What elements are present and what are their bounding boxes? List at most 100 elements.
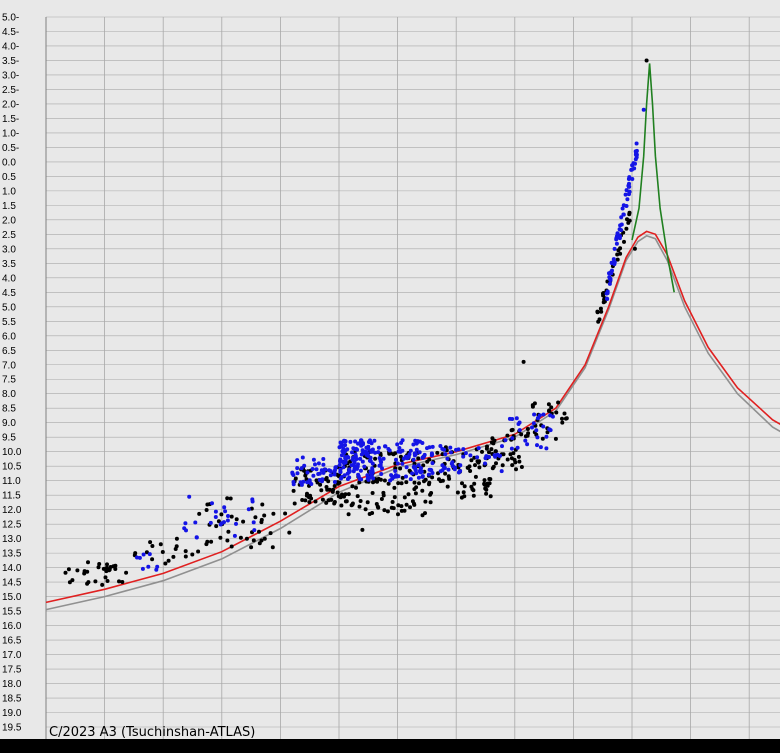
blue-point — [633, 161, 637, 166]
blue-point — [450, 460, 455, 465]
blue-point — [339, 476, 343, 481]
black-point — [335, 490, 340, 495]
y-tick-label: 4.0 — [2, 273, 16, 284]
y-tick-label: 3.5- — [2, 56, 19, 67]
blue-point — [408, 477, 413, 482]
blue-point — [475, 455, 480, 460]
blue-point — [337, 445, 342, 450]
black-point — [618, 251, 623, 256]
blue-point — [607, 281, 612, 286]
black-point — [425, 459, 430, 464]
blue-point — [461, 447, 466, 452]
blue-point — [290, 470, 295, 475]
blue-point — [410, 471, 415, 476]
blue-point — [458, 463, 463, 468]
y-tick-label: 4.5 — [2, 288, 16, 299]
black-point — [500, 463, 505, 468]
black-point — [63, 570, 68, 575]
black-point — [382, 478, 387, 483]
blue-point — [627, 175, 632, 180]
black-point — [304, 493, 309, 498]
black-point — [505, 433, 510, 438]
black-point — [406, 492, 411, 497]
chart-title: C/2023 A3 (Tsuchinshan-ATLAS) — [49, 725, 255, 740]
black-point — [423, 477, 428, 482]
black-point — [378, 477, 383, 482]
black-point — [225, 538, 230, 543]
blue-point — [350, 450, 354, 455]
blue-point — [418, 470, 423, 475]
black-point — [259, 517, 264, 522]
black-point — [398, 466, 403, 471]
black-point — [423, 499, 428, 504]
black-point — [260, 502, 265, 507]
y-tick-label: 14.5 — [2, 578, 22, 589]
black-point — [257, 529, 261, 534]
black-point — [547, 408, 552, 413]
y-tick-label: 2.0- — [2, 99, 19, 110]
blue-point — [352, 461, 357, 466]
blue-point — [187, 494, 192, 499]
blue-point — [328, 473, 333, 478]
black-point — [626, 220, 631, 225]
blue-point — [141, 552, 146, 557]
blue-point — [499, 469, 504, 474]
y-tick-label: 7.0 — [2, 360, 16, 371]
black-point — [420, 513, 425, 518]
black-point — [309, 496, 314, 501]
black-point — [104, 569, 109, 574]
black-point — [416, 456, 421, 461]
black-point — [540, 436, 545, 441]
blue-point — [358, 468, 363, 473]
blue-point — [430, 461, 435, 466]
blue-point — [194, 535, 199, 540]
black-point — [363, 507, 368, 512]
black-point — [482, 481, 487, 486]
blue-point — [541, 412, 546, 417]
black-point — [488, 494, 493, 499]
blue-point — [461, 454, 466, 459]
black-point — [166, 558, 171, 563]
y-tick-label: 12.0 — [2, 505, 22, 516]
blue-point — [413, 466, 418, 471]
blue-point — [517, 428, 522, 433]
black-point — [183, 549, 188, 554]
y-tick-label: 18.5 — [2, 694, 22, 705]
blue-point — [347, 469, 352, 474]
blue-point — [415, 439, 420, 444]
blue-point — [420, 455, 425, 460]
y-tick-label: 13.5 — [2, 549, 22, 560]
black-point — [508, 452, 513, 457]
black-point — [414, 485, 419, 490]
black-point — [307, 500, 312, 505]
blue-point — [507, 416, 512, 421]
blue-point — [369, 473, 374, 478]
black-point — [303, 498, 308, 503]
y-tick-label: 4.5- — [2, 27, 19, 38]
black-point — [484, 491, 489, 496]
blue-point — [615, 231, 620, 236]
black-point — [253, 515, 258, 520]
black-point — [97, 562, 102, 566]
blue-point — [301, 479, 306, 484]
y-tick-label: 16.5 — [2, 636, 22, 647]
y-tick-label: 1.5- — [2, 114, 19, 125]
black-point — [173, 547, 178, 551]
blue-point — [379, 472, 384, 476]
blue-point — [320, 479, 324, 484]
plot-background — [46, 17, 780, 739]
black-point — [598, 306, 603, 311]
blue-point — [544, 434, 549, 439]
black-point — [148, 540, 153, 545]
blue-point — [327, 468, 332, 473]
black-point — [374, 502, 379, 506]
blue-point — [213, 509, 218, 514]
blue-point — [617, 227, 622, 232]
black-point — [357, 504, 362, 509]
black-point — [241, 519, 246, 524]
y-tick-label: 3.0 — [2, 244, 16, 255]
black-point — [627, 210, 632, 215]
blue-point — [251, 520, 256, 525]
black-point — [218, 535, 223, 540]
black-point — [262, 513, 267, 518]
